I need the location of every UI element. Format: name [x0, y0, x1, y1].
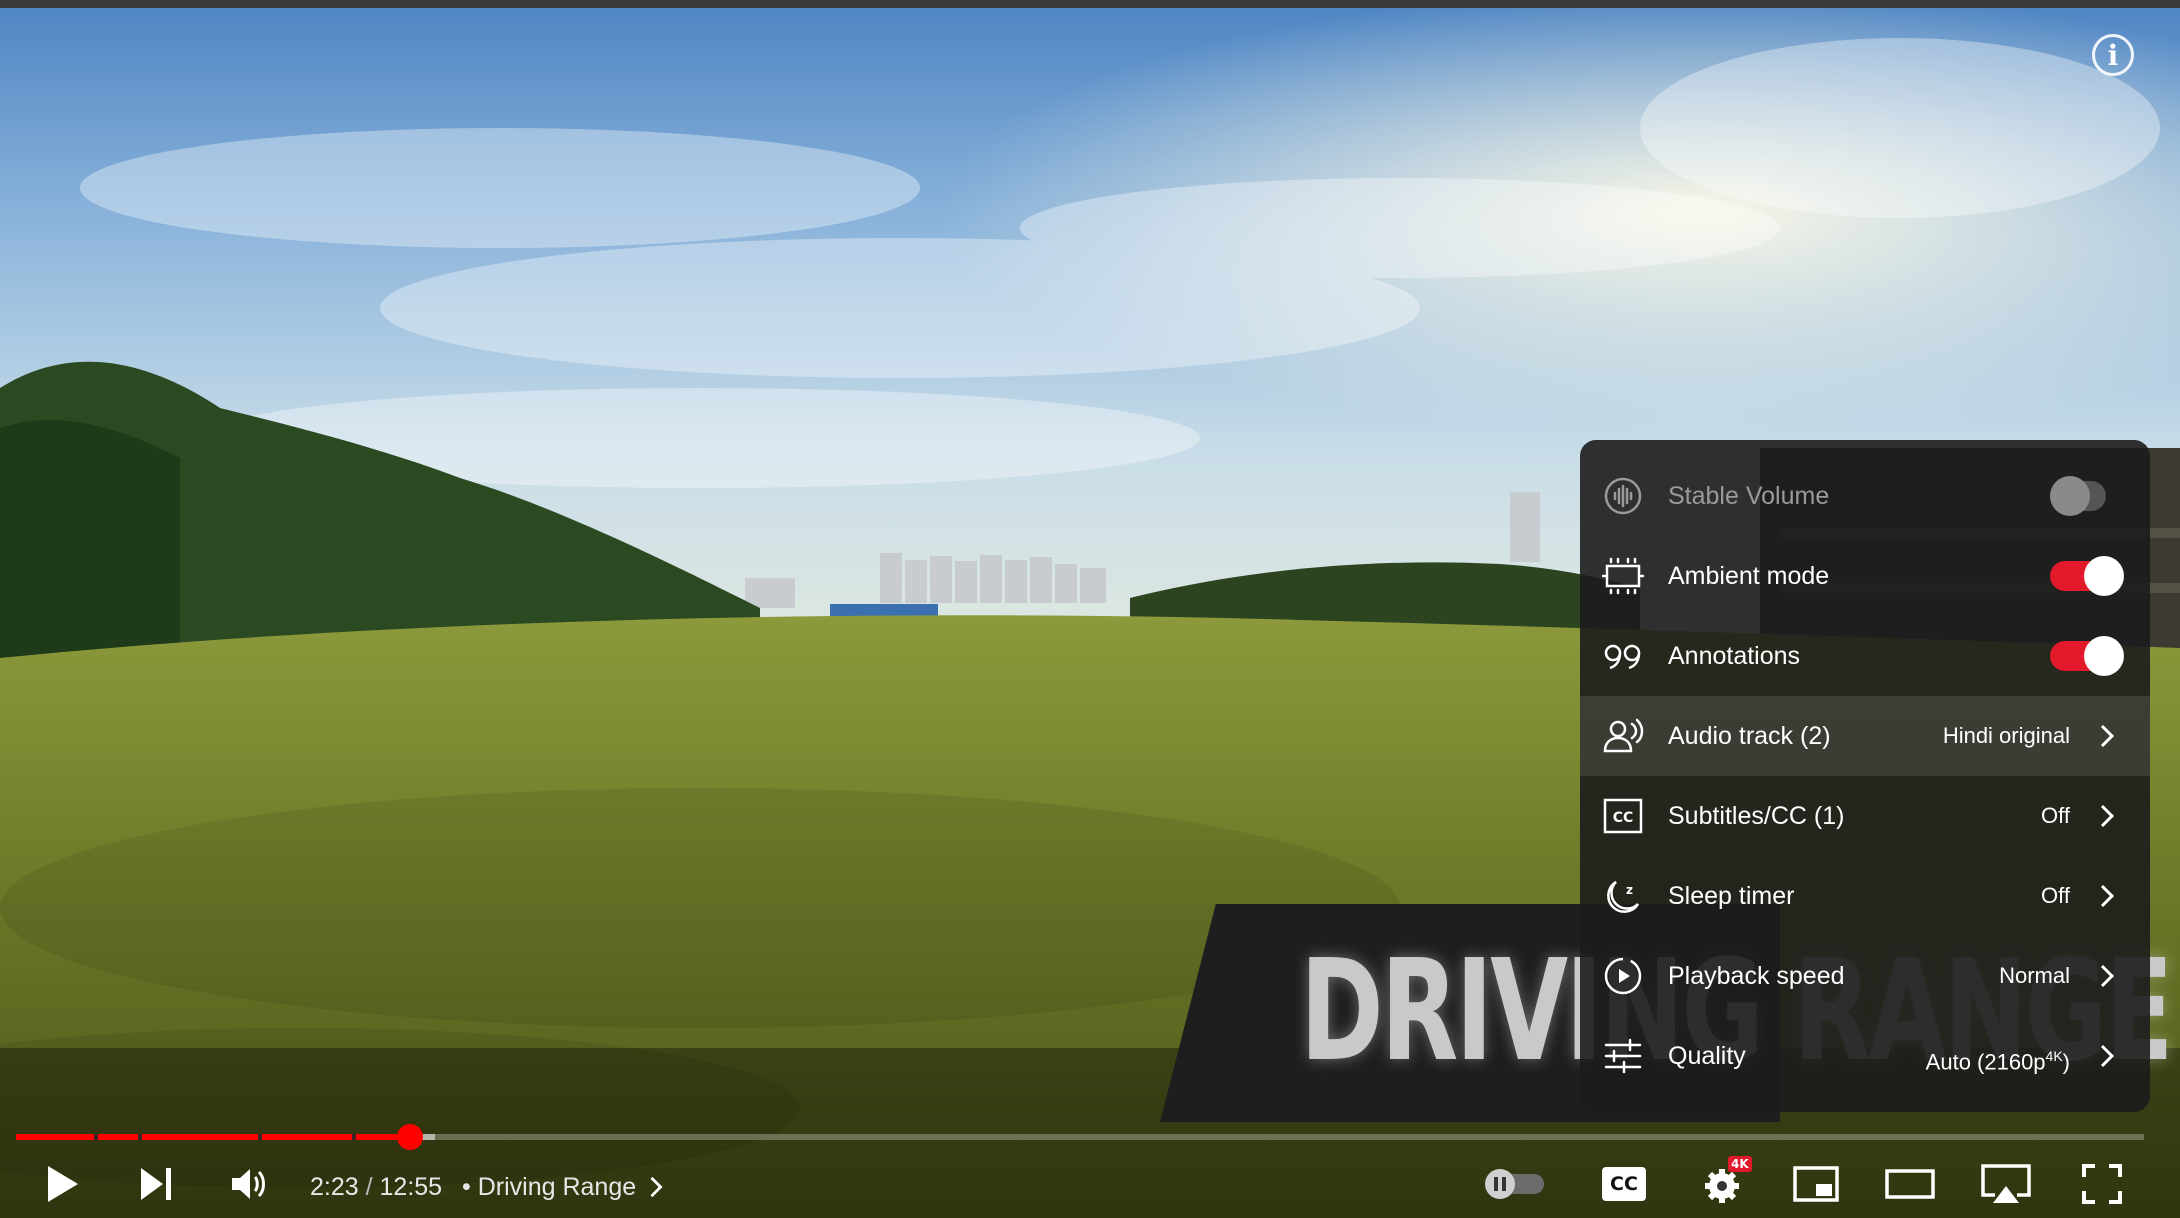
theater-mode-button[interactable] — [1882, 1150, 1938, 1218]
chevron-right-icon — [2100, 804, 2114, 828]
play-icon — [48, 1166, 78, 1202]
menu-value: Hindi original — [1942, 723, 2070, 748]
info-button[interactable]: i — [2092, 34, 2134, 76]
cc-icon: CC — [1602, 1167, 1646, 1201]
svg-text:CC: CC — [1613, 810, 1634, 826]
volume-icon — [232, 1169, 265, 1199]
fullscreen-icon — [2082, 1164, 2122, 1204]
cc-label: CC — [1610, 1173, 1638, 1195]
audio-track-icon — [1602, 716, 1644, 756]
settings-button[interactable]: 4K — [1692, 1150, 1752, 1218]
menu-item-annotations[interactable]: Annotations — [1580, 616, 2150, 696]
top-bar — [0, 0, 2180, 8]
menu-label: Audio track (2) — [1668, 722, 1831, 750]
chapter-title: Driving Range — [477, 1173, 637, 1201]
time-display: 2:23 / 12:55 — [310, 1150, 442, 1218]
menu-item-sleep-timer[interactable]: z Sleep timer Off — [1580, 856, 2150, 936]
autoplay-pause-icon — [1485, 1169, 1544, 1199]
menu-value: Off — [2041, 803, 2070, 828]
chapter-marker — [138, 1134, 142, 1140]
duration: 12:55 — [379, 1173, 443, 1201]
settings-menu: Stable Volume Ambient mode Annotations A… — [1580, 440, 2150, 1112]
quality-icon — [1602, 1036, 1644, 1076]
video-player[interactable]: i DRIVING RANGE Stable Volume Ambient mo… — [0, 0, 2180, 1218]
subtitles-icon: CC — [1602, 796, 1644, 836]
menu-value: Off — [2041, 883, 2070, 908]
mute-button[interactable] — [224, 1150, 276, 1218]
autoplay-toggle[interactable] — [1480, 1150, 1550, 1218]
menu-value: Auto (2160p4K) — [1926, 1016, 2070, 1102]
next-button[interactable] — [130, 1150, 182, 1218]
menu-label: Stable Volume — [1668, 482, 1830, 510]
menu-item-stable-volume[interactable]: Stable Volume — [1580, 456, 2150, 536]
ambient-mode-toggle[interactable] — [2050, 556, 2124, 596]
menu-item-subtitles[interactable]: CC Subtitles/CC (1) Off — [1580, 776, 2150, 856]
airplay-icon — [1981, 1164, 2031, 1203]
theater-mode-icon — [1885, 1169, 1935, 1199]
chevron-right-icon — [2100, 964, 2114, 988]
quality-value-suffix: ) — [2062, 1049, 2070, 1075]
menu-label: Playback speed — [1668, 962, 1845, 990]
miniplayer-button[interactable] — [1788, 1150, 1844, 1218]
current-time: 2:23 — [310, 1173, 359, 1201]
menu-label: Ambient mode — [1668, 562, 1830, 590]
chapter-bullet: • — [462, 1173, 471, 1201]
chapter-marker — [94, 1134, 98, 1140]
quality-value: Auto (2160p — [1925, 1049, 2046, 1075]
miniplayer-icon — [1793, 1166, 1839, 1202]
time-separator: / — [358, 1173, 380, 1201]
menu-label: Quality — [1668, 1042, 1746, 1070]
subtitles-button[interactable]: CC — [1596, 1150, 1652, 1218]
ambient-mode-icon — [1602, 556, 1644, 596]
info-icon: i — [2107, 38, 2119, 72]
menu-value: Normal — [1999, 963, 2070, 988]
menu-label: Subtitles/CC (1) — [1668, 802, 1845, 830]
skip-next-icon — [141, 1168, 171, 1200]
control-bar: 2:23 / 12:55 • Driving Range CC 4K — [0, 1150, 2180, 1218]
chevron-right-icon — [2100, 884, 2114, 908]
svg-text:z: z — [1626, 883, 1633, 897]
fullscreen-button[interactable] — [2074, 1150, 2130, 1218]
menu-item-audio-track[interactable]: Audio track (2) Hindi original — [1580, 696, 2150, 776]
hd-badge: 4K — [1728, 1156, 1752, 1172]
chevron-right-icon — [2100, 724, 2114, 748]
playback-speed-icon — [1602, 956, 1644, 996]
chapter-marker — [352, 1134, 356, 1140]
menu-item-playback-speed[interactable]: Playback speed Normal — [1580, 936, 2150, 1016]
menu-item-quality[interactable]: Quality Auto (2160p4K) — [1580, 1016, 2150, 1096]
sleep-timer-icon: z — [1602, 876, 1644, 916]
cast-button[interactable] — [1976, 1150, 2036, 1218]
stable-volume-icon — [1602, 476, 1644, 516]
menu-label: Annotations — [1668, 642, 1801, 670]
annotations-toggle[interactable] — [2050, 636, 2124, 676]
scrubber-handle[interactable] — [396, 1124, 423, 1150]
chapter-button[interactable]: • Driving Range — [462, 1150, 663, 1218]
chapter-marker — [258, 1134, 262, 1140]
menu-item-ambient-mode[interactable]: Ambient mode — [1580, 536, 2150, 616]
annotations-icon — [1602, 636, 1644, 676]
quality-badge: 4K — [2045, 1048, 2063, 1064]
chevron-right-icon — [650, 1176, 663, 1198]
menu-label: Sleep timer — [1668, 882, 1795, 910]
progress-bar[interactable] — [16, 1124, 2144, 1150]
played-bar — [16, 1134, 410, 1140]
chevron-right-icon — [2100, 1044, 2114, 1068]
stable-volume-toggle[interactable] — [2050, 476, 2120, 516]
play-button[interactable] — [36, 1150, 88, 1218]
